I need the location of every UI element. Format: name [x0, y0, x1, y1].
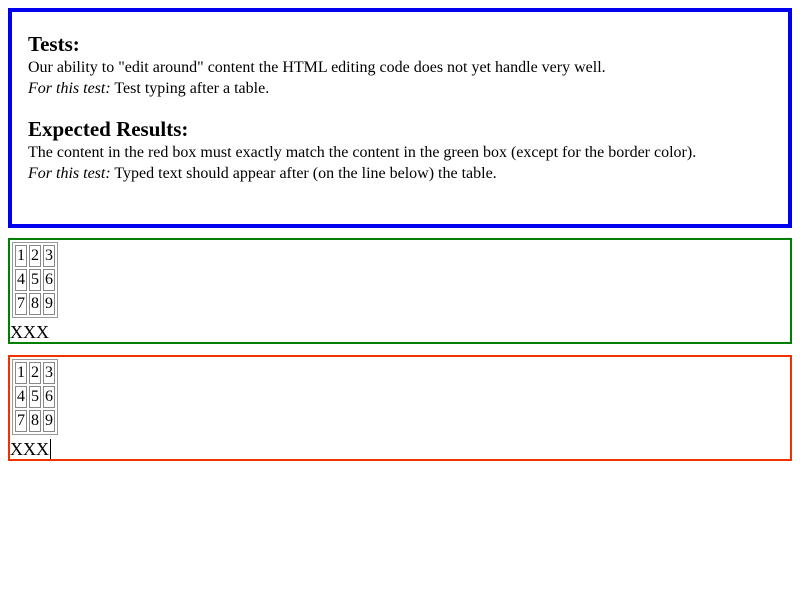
table-cell[interactable]: 8 [29, 410, 41, 432]
table-cell: 8 [29, 293, 41, 315]
test-instruction: For this test: Test typing after a table… [28, 78, 776, 99]
table-cell[interactable]: 9 [43, 410, 55, 432]
text-caret [50, 439, 51, 459]
explanation-content: Tests: Our ability to "edit around" cont… [28, 12, 776, 184]
actual-box[interactable]: 1 2 3 4 5 6 7 8 9 XXX [8, 355, 792, 461]
table-cell: 3 [43, 245, 55, 267]
table-cell[interactable]: 6 [43, 386, 55, 408]
table-row: 4 5 6 [15, 386, 55, 408]
table-row: 7 8 9 [15, 293, 55, 315]
table-cell[interactable]: 1 [15, 362, 27, 384]
expected-typed-text: XXX [10, 322, 49, 342]
table-cell[interactable]: 4 [15, 386, 27, 408]
explanation-box: Tests: Our ability to "edit around" cont… [8, 8, 792, 228]
actual-table[interactable]: 1 2 3 4 5 6 7 8 9 [12, 359, 58, 435]
table-cell: 9 [43, 293, 55, 315]
expected-text: Typed text should appear after (on the l… [110, 165, 497, 182]
table-cell[interactable]: 7 [15, 410, 27, 432]
table-cell[interactable]: 3 [43, 362, 55, 384]
expected-box: 1 2 3 4 5 6 7 8 9 XXX [8, 238, 792, 344]
table-cell: 1 [15, 245, 27, 267]
tests-description: Our ability to "edit around" content the… [28, 59, 606, 76]
expected-description: The content in the red box must exactly … [28, 144, 697, 161]
table-cell[interactable]: 5 [29, 386, 41, 408]
table-cell: 4 [15, 269, 27, 291]
table-cell: 6 [43, 269, 55, 291]
typed-text-value: XXX [10, 439, 49, 459]
table-row: 4 5 6 [15, 269, 55, 291]
table-cell: 7 [15, 293, 27, 315]
table-cell: 5 [29, 269, 41, 291]
test-text: Test typing after a table. [110, 80, 270, 97]
table-cell[interactable]: 2 [29, 362, 41, 384]
table-row: 1 2 3 [15, 245, 55, 267]
table-row: 1 2 3 [15, 362, 55, 384]
expected-label: For this test: [28, 165, 111, 182]
test-label: For this test: [28, 80, 111, 97]
expected-results-heading: Expected Results: [28, 117, 189, 141]
actual-typed-text[interactable]: XXX [10, 439, 51, 459]
expected-table: 1 2 3 4 5 6 7 8 9 [12, 242, 58, 318]
expected-instruction: For this test: Typed text should appear … [28, 163, 776, 184]
table-row: 7 8 9 [15, 410, 55, 432]
tests-heading: Tests: [28, 32, 80, 56]
table-cell: 2 [29, 245, 41, 267]
